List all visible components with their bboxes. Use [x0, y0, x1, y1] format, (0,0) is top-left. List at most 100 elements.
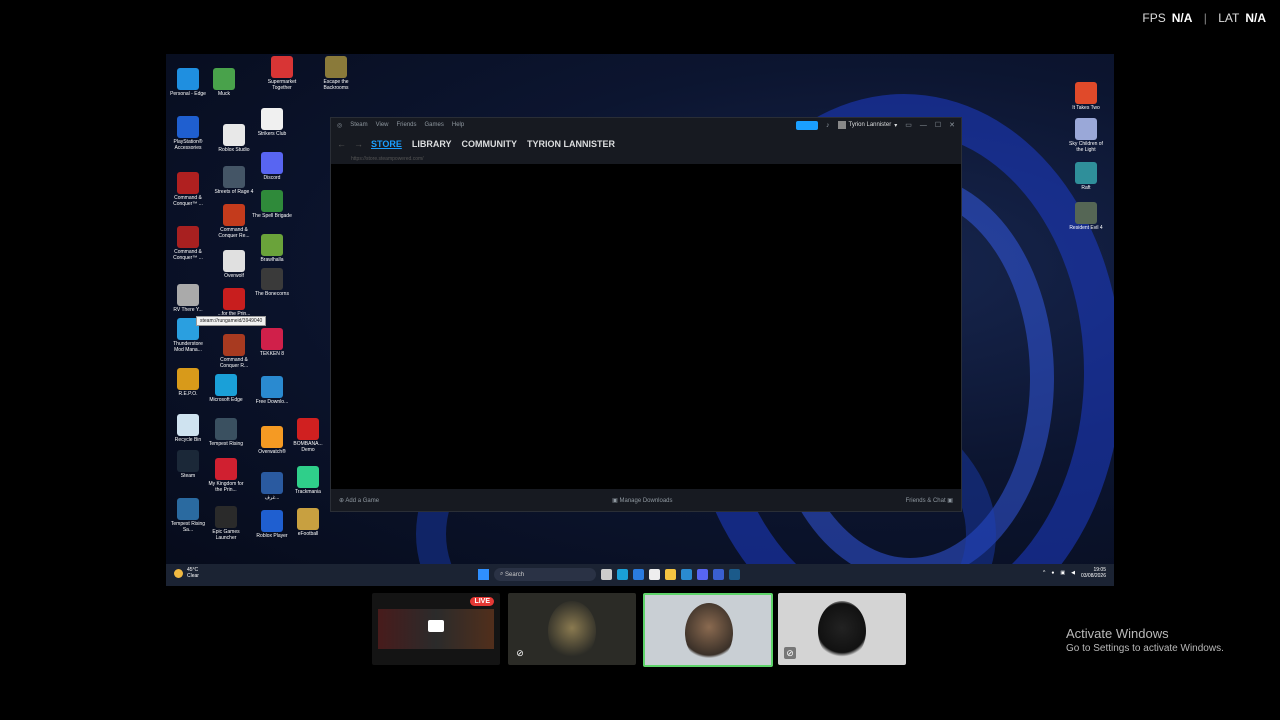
- steam-icon[interactable]: [729, 569, 740, 580]
- discord-icon[interactable]: [697, 569, 708, 580]
- desktop-icon[interactable]: BOMBANA... Demo: [288, 418, 328, 453]
- system-tray: ^ ● ▣ ◀ 19:05 03/08/2026: [1043, 567, 1106, 579]
- search-label: Search: [505, 571, 525, 578]
- manage-downloads-label: Manage Downloads: [619, 497, 673, 504]
- desktop-icon[interactable]: Roblox Player: [252, 510, 292, 539]
- desktop-icon[interactable]: eFootball: [288, 508, 328, 537]
- menu-steam[interactable]: Steam: [350, 122, 367, 128]
- desktop-icon[interactable]: Free Downlo...: [252, 376, 292, 405]
- desktop-icon[interactable]: My Kingdom for the Prin...: [206, 458, 246, 493]
- app-icon: [297, 508, 319, 530]
- desktop-icon[interactable]: Personal - Edge: [168, 68, 208, 97]
- app-icon: [261, 234, 283, 256]
- store-icon[interactable]: [649, 569, 660, 580]
- app-icon: [177, 414, 199, 436]
- desktop-icon[interactable]: Overwolf: [214, 250, 254, 279]
- menu-view[interactable]: View: [376, 122, 389, 128]
- avatar: [837, 121, 846, 129]
- start-button[interactable]: [478, 569, 489, 580]
- bell-icon[interactable]: ♪: [826, 122, 830, 129]
- participant-tile-speaking[interactable]: [643, 593, 773, 667]
- task-view-icon[interactable]: [601, 569, 612, 580]
- desktop-icon[interactable]: Epic Games Launcher: [206, 506, 246, 541]
- tab-community[interactable]: COMMUNITY: [462, 139, 518, 149]
- clock[interactable]: 19:05 03/08/2026: [1081, 567, 1106, 579]
- tab-library[interactable]: LIBRARY: [412, 139, 452, 149]
- mail-icon[interactable]: [681, 569, 692, 580]
- stream-thumbnail[interactable]: LIVE: [372, 593, 500, 665]
- desktop-icon[interactable]: The Bonecorns: [252, 268, 292, 297]
- app-icon: [215, 418, 237, 440]
- desktop-icon[interactable]: Resident Evil 4: [1066, 202, 1106, 231]
- desktop-icon[interactable]: Command & Conquer R...: [214, 334, 254, 369]
- desktop-icon[interactable]: Recycle Bin: [168, 414, 208, 443]
- desktop-icon[interactable]: Microsoft Edge: [206, 374, 246, 403]
- app-icon: [325, 56, 347, 78]
- app-icon: [177, 68, 199, 90]
- broadcast-button[interactable]: [796, 120, 818, 130]
- desktop-icon[interactable]: PlayStation® Accessories: [168, 116, 208, 151]
- participant-tile[interactable]: ⊘: [778, 593, 906, 665]
- forward-arrow-icon[interactable]: →: [354, 139, 363, 149]
- desktop-icon[interactable]: Escape the Backrooms: [316, 56, 356, 91]
- desktop-icon[interactable]: Tempest Rising: [206, 418, 246, 447]
- tray-icon[interactable]: ●: [1051, 570, 1054, 576]
- steam-navbar: ← → STORE LIBRARY COMMUNITY TYRION LANNI…: [331, 132, 961, 156]
- volume-icon[interactable]: ◀: [1071, 570, 1075, 576]
- desktop-icon[interactable]: Command & Conquer™ ...: [168, 172, 208, 207]
- chevron-up-icon[interactable]: ^: [1043, 570, 1045, 576]
- desktop-icon[interactable]: غرف...: [252, 472, 292, 501]
- app-icon[interactable]: [713, 569, 724, 580]
- manage-downloads-button[interactable]: ▣ Manage Downloads: [612, 497, 672, 504]
- desktop-icon-label: Strikers Club: [257, 131, 287, 137]
- desktop-icon[interactable]: Overwatch®: [252, 426, 292, 455]
- participant-tile[interactable]: ⊘: [508, 593, 636, 665]
- minimize-button[interactable]: —: [920, 122, 927, 129]
- desktop-icon[interactable]: Raft: [1066, 162, 1106, 191]
- desktop-icon[interactable]: Muck: [204, 68, 244, 97]
- desktop-icon[interactable]: The Spell Brigade: [252, 190, 292, 219]
- file-explorer-icon[interactable]: [665, 569, 676, 580]
- desktop-icon[interactable]: It Takes Two: [1066, 82, 1106, 111]
- desktop-icon[interactable]: TEKKEN 8: [252, 328, 292, 357]
- menu-games[interactable]: Games: [425, 122, 444, 128]
- weather-widget[interactable]: 45°C Clear: [174, 567, 199, 579]
- desktop-icon[interactable]: Supermarket Together: [262, 56, 302, 91]
- network-icon[interactable]: ▣: [1060, 570, 1065, 576]
- desktop-icon[interactable]: Tempest Rising Sa...: [168, 498, 208, 533]
- edge-icon[interactable]: [617, 569, 628, 580]
- desktop-icon-label: eFootball: [297, 531, 319, 537]
- menu-friends[interactable]: Friends: [397, 122, 417, 128]
- app-icon: [177, 172, 199, 194]
- store-content[interactable]: [331, 164, 961, 489]
- desktop-icon[interactable]: Trackmania: [288, 466, 328, 495]
- menu-help[interactable]: Help: [452, 122, 464, 128]
- big-picture-icon[interactable]: ▭: [905, 121, 912, 129]
- remote-desktop[interactable]: Personal - Edge Muck Supermarket Together E…: [166, 54, 1114, 586]
- add-game-button[interactable]: ⊕ Add a Game: [339, 497, 379, 504]
- desktop-icon[interactable]: Command & Conquer™ ...: [168, 226, 208, 261]
- tab-profile[interactable]: TYRION LANNISTER: [527, 139, 615, 149]
- desktop-icon[interactable]: Sky Children of the Light: [1066, 118, 1106, 153]
- desktop-icon[interactable]: Steam: [168, 450, 208, 479]
- close-button[interactable]: ✕: [949, 121, 955, 129]
- taskbar-search[interactable]: ⌕ Search: [494, 568, 596, 581]
- tab-store[interactable]: STORE: [371, 139, 402, 149]
- desktop-icon[interactable]: Brawlhalla: [252, 234, 292, 263]
- desktop-icon[interactable]: ...for the Prin...: [214, 288, 254, 317]
- back-arrow-icon[interactable]: ←: [337, 139, 346, 149]
- desktop-icon[interactable]: RV There Y...: [168, 284, 208, 313]
- maximize-button[interactable]: ☐: [935, 121, 941, 129]
- desktop-icon[interactable]: Strikers Club: [252, 108, 292, 137]
- copilot-icon[interactable]: [633, 569, 644, 580]
- desktop-icon[interactable]: Streets of Rage 4: [214, 166, 254, 195]
- desktop-icon[interactable]: Command & Conquer Re...: [214, 204, 254, 239]
- desktop-icon[interactable]: Roblox Studio: [214, 124, 254, 153]
- desktop-icon[interactable]: R.E.P.O.: [168, 368, 208, 397]
- desktop-icon-label: The Spell Brigade: [252, 213, 292, 219]
- desktop-icon[interactable]: Discord: [252, 152, 292, 181]
- app-icon: [261, 472, 283, 494]
- steam-window[interactable]: ◎ Steam View Friends Games Help ♪ Tyrion…: [330, 117, 962, 512]
- friends-chat-button[interactable]: Friends & Chat ▣: [906, 497, 953, 504]
- user-menu[interactable]: Tyrion Lannister ▾: [837, 121, 897, 129]
